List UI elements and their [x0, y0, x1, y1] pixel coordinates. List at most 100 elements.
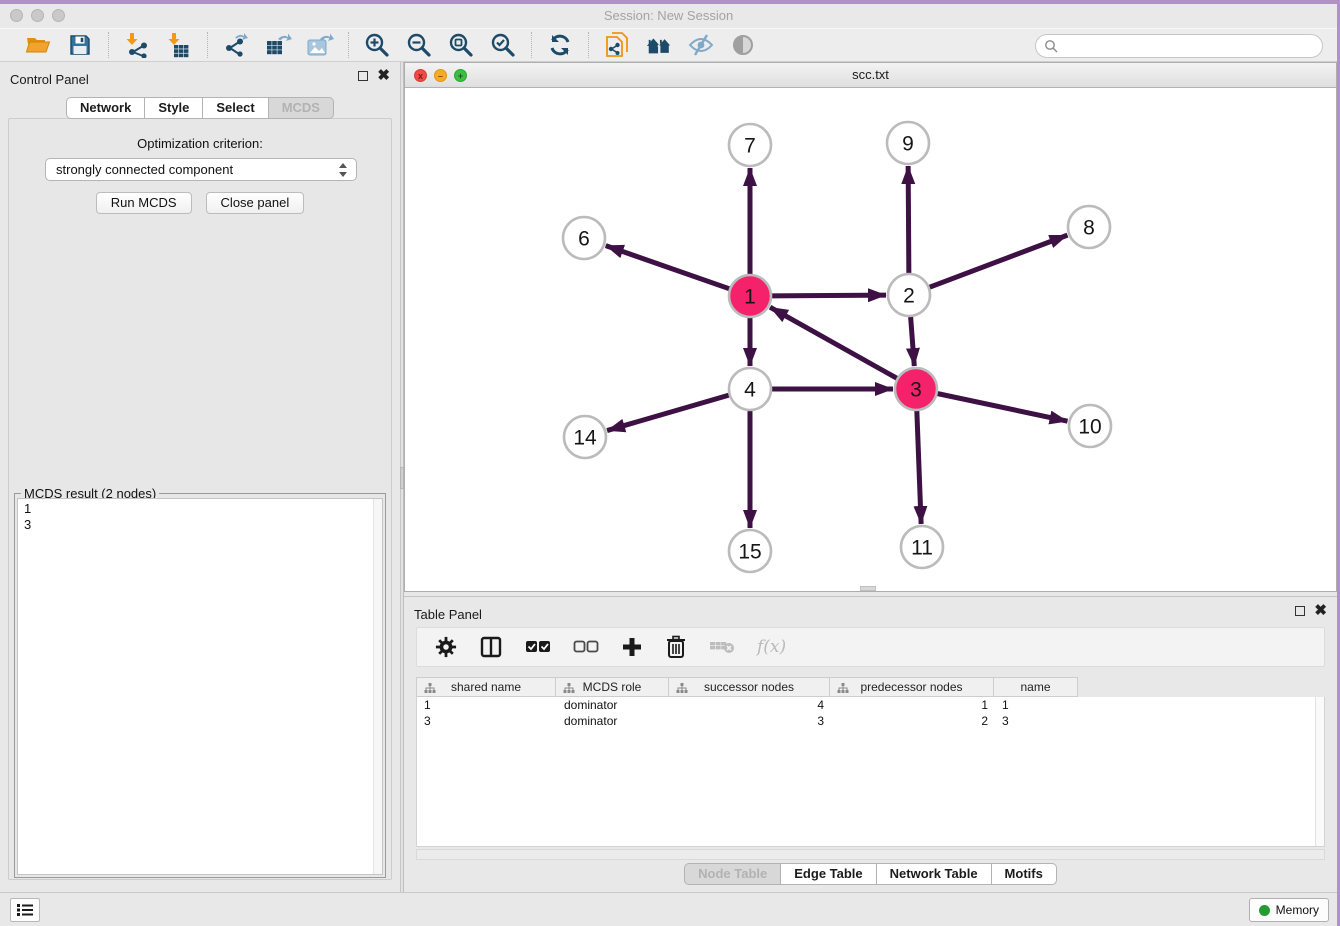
edge-3-1[interactable] [770, 307, 898, 378]
table-cell[interactable]: dominator [557, 697, 670, 713]
tab-network[interactable]: Network [66, 97, 145, 119]
float-panel-icon[interactable] [358, 71, 368, 81]
export-image-icon[interactable] [306, 31, 334, 59]
table-cell[interactable]: 3 [670, 713, 831, 729]
column-label: predecessor nodes [860, 680, 962, 694]
double-house-icon[interactable] [645, 31, 673, 59]
control-panel-tabs: NetworkStyleSelectMCDS [0, 97, 400, 119]
mcds-result-box: MCDS result (2 nodes) 13 [14, 493, 386, 878]
result-line: 3 [24, 517, 376, 533]
tab-motifs[interactable]: Motifs [992, 863, 1057, 885]
graph-node-label: 3 [910, 379, 922, 402]
hierarchy-icon [837, 682, 849, 694]
tab-mcds[interactable]: MCDS [269, 97, 334, 119]
mcds-result-text[interactable]: 13 [17, 498, 383, 875]
import-network-icon[interactable] [123, 31, 151, 59]
graph-node-label: 14 [573, 427, 597, 450]
column-header-shared-name[interactable]: shared name [416, 677, 556, 697]
edge-3-11[interactable] [917, 410, 921, 524]
graph-node-label: 15 [738, 541, 761, 564]
table-horizontal-scrollbar[interactable] [416, 849, 1325, 860]
table-cell[interactable]: 3 [995, 713, 1079, 729]
network-window-titlebar: x – + scc.txt [405, 63, 1336, 88]
status-bar: Memory [0, 892, 1337, 926]
table-cell[interactable]: 1 [995, 697, 1079, 713]
table-cell[interactable]: dominator [557, 713, 670, 729]
canvas-resize-grip[interactable] [860, 586, 876, 591]
zoom-fit-icon[interactable] [447, 31, 475, 59]
table-cell[interactable]: 1 [831, 697, 995, 713]
column-header-successor-nodes[interactable]: successor nodes [669, 677, 830, 697]
graph-node-label: 9 [902, 133, 914, 156]
close-panel-button[interactable]: Close panel [206, 192, 305, 214]
column-label: MCDS role [583, 680, 642, 694]
tab-network-table[interactable]: Network Table [877, 863, 992, 885]
zoom-in-icon[interactable] [363, 31, 391, 59]
document-share-icon[interactable] [603, 31, 631, 59]
search-input[interactable] [1058, 39, 1322, 53]
result-line: 1 [24, 501, 376, 517]
table-row: 1dominator411 [417, 697, 1324, 713]
split-columns-icon[interactable] [479, 634, 503, 660]
edge-3-10[interactable] [937, 393, 1068, 421]
edge-4-14[interactable] [607, 395, 730, 431]
gear-icon[interactable] [435, 634, 457, 660]
edge-1-2[interactable] [771, 295, 886, 296]
checked-boxes-icon[interactable] [525, 634, 551, 660]
zoom-out-icon[interactable] [405, 31, 433, 59]
edge-2-9[interactable] [908, 166, 909, 274]
trash-icon[interactable] [665, 634, 687, 660]
edge-2-3[interactable] [911, 316, 915, 366]
optimization-criterion-select[interactable]: strongly connected component [45, 158, 357, 181]
column-label: successor nodes [704, 680, 794, 694]
run-mcds-button[interactable]: Run MCDS [96, 192, 192, 214]
unchecked-boxes-icon[interactable] [573, 634, 599, 660]
open-folder-icon[interactable] [24, 31, 52, 59]
main-toolbar [0, 28, 1337, 62]
control-panel: Control Panel ✖ NetworkStyleSelectMCDS O… [0, 62, 400, 892]
tab-style[interactable]: Style [145, 97, 203, 119]
graph-node-label: 8 [1083, 217, 1095, 240]
memory-label: Memory [1276, 903, 1319, 917]
refresh-icon[interactable] [546, 31, 574, 59]
column-header-name[interactable]: name [994, 677, 1078, 697]
table-cell[interactable]: 1 [417, 697, 557, 713]
save-floppy-icon[interactable] [66, 31, 94, 59]
column-label: name [1020, 680, 1050, 694]
network-canvas[interactable]: 7968124314101511 [405, 88, 1336, 591]
table-tabs: Node TableEdge TableNetwork TableMotifs [404, 863, 1337, 885]
close-panel-icon[interactable]: ✖ [377, 71, 390, 81]
graph-node-label: 4 [744, 379, 756, 402]
eye-dim-icon[interactable] [729, 31, 757, 59]
optimization-criterion-value: strongly connected component [56, 162, 233, 177]
plus-icon[interactable] [621, 634, 643, 660]
float-table-panel-icon[interactable] [1295, 606, 1305, 616]
table-panel: Table Panel ✖ [404, 596, 1337, 892]
export-table-icon[interactable] [264, 31, 292, 59]
select-stepper-icon [339, 162, 349, 178]
table-cell[interactable]: 2 [831, 713, 995, 729]
result-scrollbar[interactable] [373, 499, 382, 874]
mcds-tab-content: Optimization criterion: strongly connect… [8, 118, 392, 880]
network-view-window: x – + scc.txt 7968124314101511 [404, 62, 1337, 592]
column-label: shared name [451, 680, 521, 694]
zoom-selected-icon[interactable] [489, 31, 517, 59]
graph-node-label: 7 [744, 135, 756, 158]
edge-2-8[interactable] [929, 235, 1068, 287]
table-cell[interactable]: 4 [670, 697, 831, 713]
tab-edge-table[interactable]: Edge Table [781, 863, 876, 885]
column-header-MCDS-role[interactable]: MCDS role [556, 677, 669, 697]
table-vertical-scrollbar[interactable] [1315, 697, 1324, 846]
column-header-predecessor-nodes[interactable]: predecessor nodes [830, 677, 994, 697]
memory-button[interactable]: Memory [1249, 898, 1329, 922]
export-network-icon[interactable] [222, 31, 250, 59]
table-body: 1dominator4113dominator323 [416, 697, 1325, 847]
table-cell[interactable]: 3 [417, 713, 557, 729]
edge-1-6[interactable] [606, 246, 730, 289]
import-table-icon[interactable] [165, 31, 193, 59]
tab-node-table[interactable]: Node Table [684, 863, 781, 885]
tab-select[interactable]: Select [203, 97, 268, 119]
close-table-panel-icon[interactable]: ✖ [1314, 606, 1327, 616]
task-list-button[interactable] [10, 898, 40, 922]
eye-slash-icon[interactable] [687, 31, 715, 59]
